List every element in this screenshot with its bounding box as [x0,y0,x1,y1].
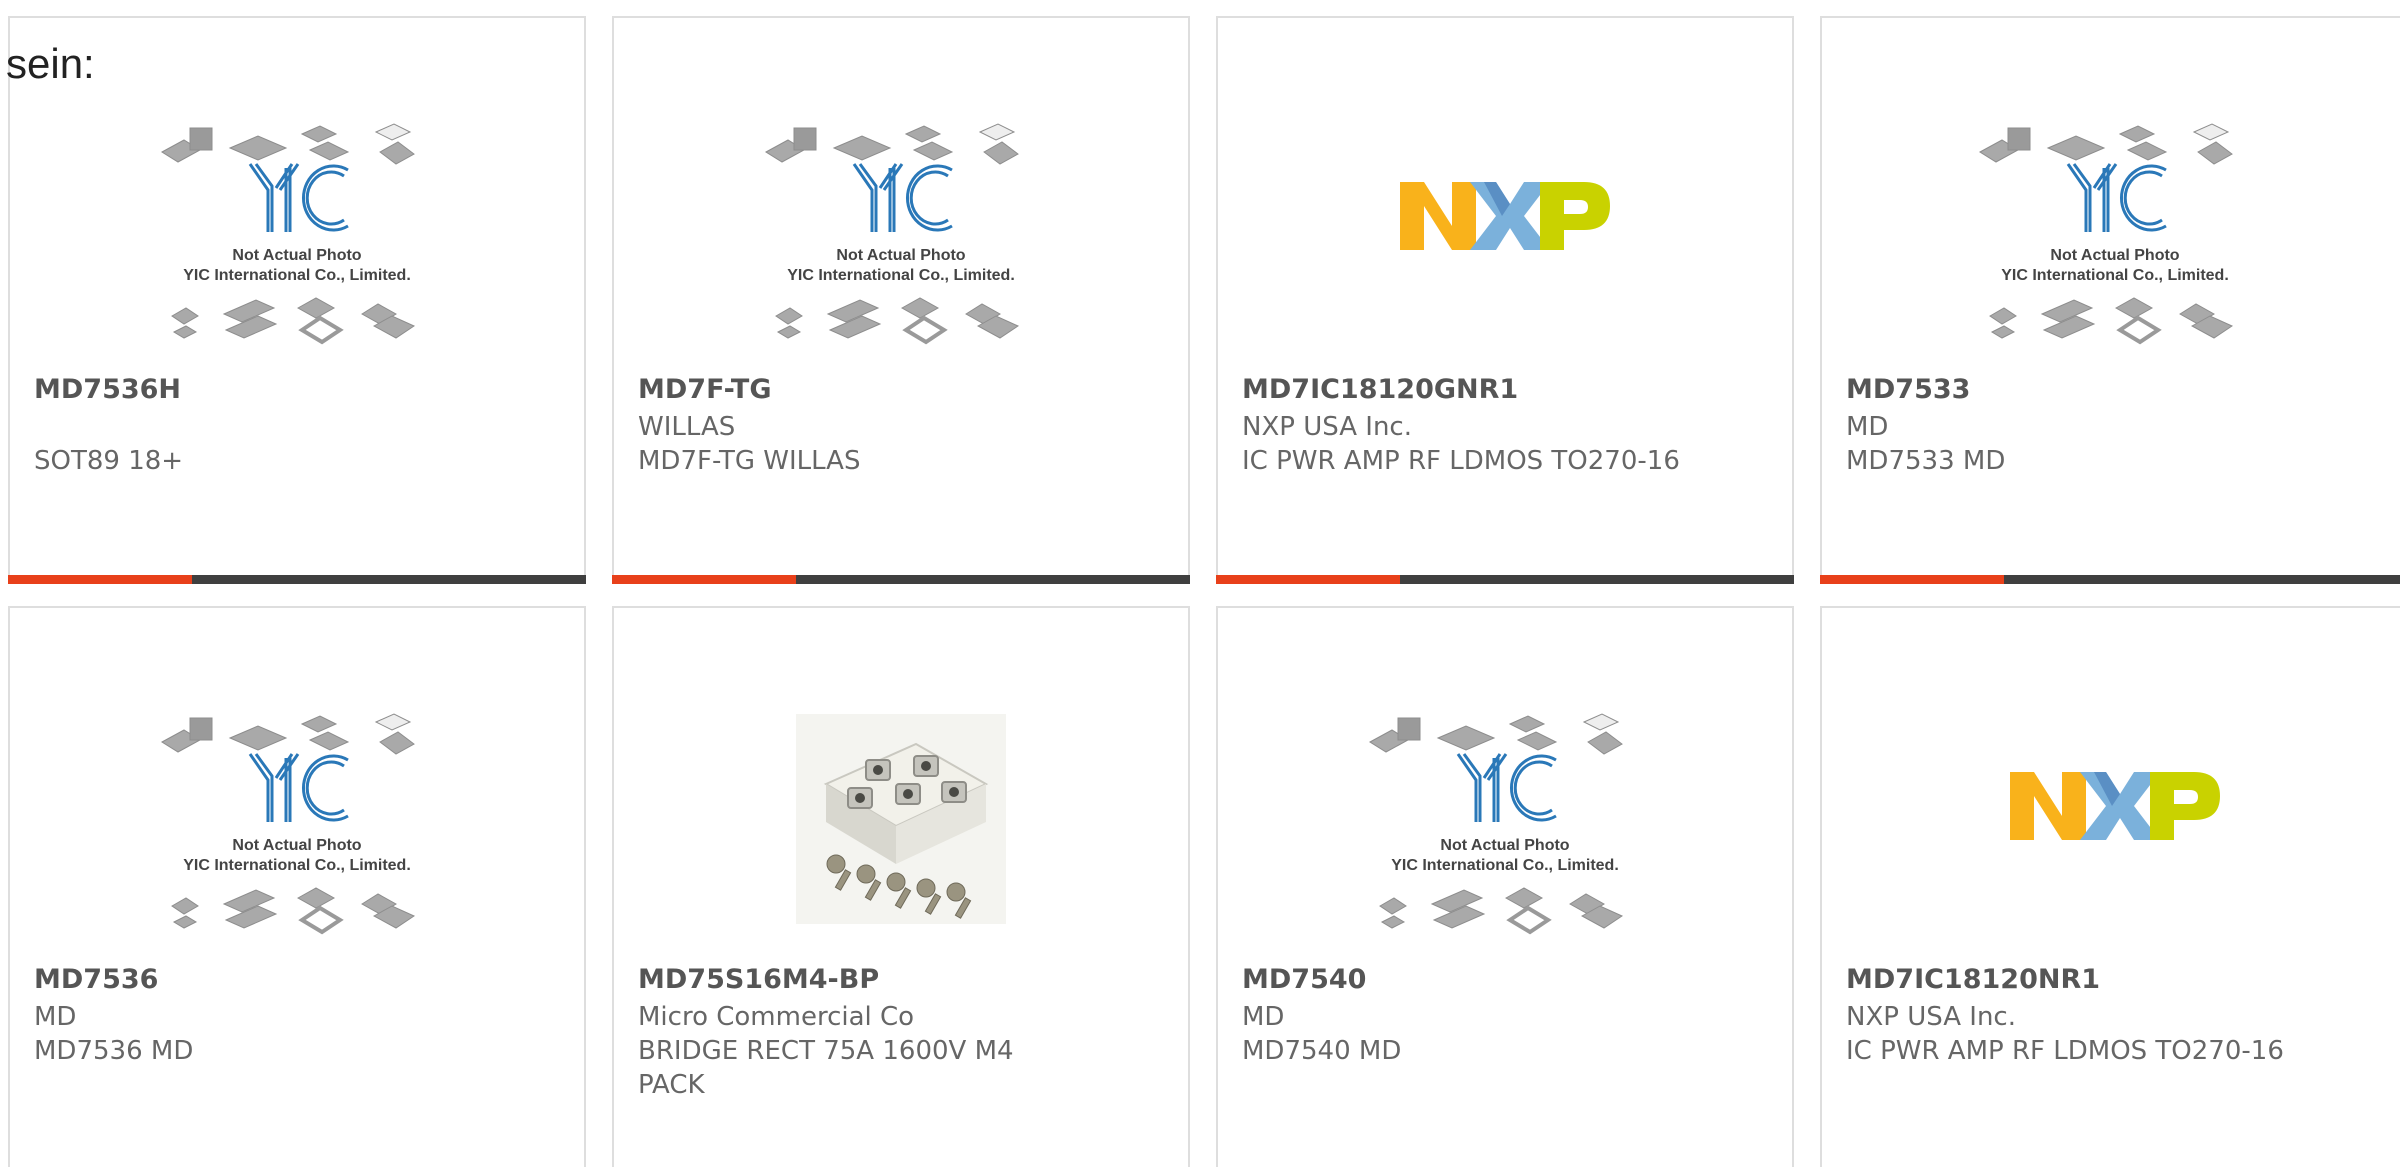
card-bottom-bar [612,575,1190,584]
svg-text:YIC International Co., Limited: YIC International Co., Limited. [183,267,411,284]
product-card[interactable]: Not Actual Photo YIC International Co., … [612,16,1190,584]
product-part-number[interactable]: MD75S16M4-BP [638,964,879,995]
card-bar-accent [1820,575,2004,584]
svg-text:YIC International Co., Limited: YIC International Co., Limited. [787,267,1015,284]
yic-placeholder: Not Actual Photo YIC International Co., … [765,123,1020,345]
product-card[interactable]: MD75S16M4-BP Micro Commercial Co BRIDGE … [612,606,1190,1167]
product-description: SOT89 18+ [34,446,184,476]
product-card[interactable]: Not Actual Photo YIC International Co., … [1820,16,2400,584]
svg-text:YIC International Co., Limited: YIC International Co., Limited. [1391,857,1619,874]
yic-placeholder: Not Actual Photo YIC International Co., … [161,713,416,935]
product-grid-page: sein: Not Actual Photo YIC International… [0,0,2400,1167]
yic-placeholder-image: Not Actual Photo YIC International Co., … [1822,104,2400,374]
svg-text:YIC International Co., Limited: YIC International Co., Limited. [183,857,411,874]
svg-text:Not Actual Photo: Not Actual Photo [836,247,965,264]
product-description: MD7536 MD [34,1036,194,1066]
product-part-number[interactable]: MD7533 [1846,374,1970,405]
product-part-number[interactable]: MD7IC18120GNR1 [1242,374,1518,405]
yic-placeholder-image: Not Actual Photo YIC International Co., … [614,104,1188,374]
section-prefix-text: sein: [6,40,95,87]
svg-text:Not Actual Photo: Not Actual Photo [2050,247,2179,264]
card-bar-accent [8,575,192,584]
yic-placeholder-image: Not Actual Photo YIC International Co., … [1218,694,1792,964]
svg-text:Not Actual Photo: Not Actual Photo [232,837,361,854]
product-card[interactable]: Not Actual Photo YIC International Co., … [1216,606,1794,1167]
product-description: IC PWR AMP RF LDMOS TO270-16 [1846,1036,2284,1066]
product-part-number[interactable]: MD7536 [34,964,158,995]
card-bottom-bar [8,575,586,584]
card-bar-accent [612,575,796,584]
product-part-number[interactable]: MD7536H [34,374,181,405]
product-manufacturer: MD [34,1002,77,1032]
bridge-module-photo [614,694,1188,964]
card-bar-accent [1216,575,1400,584]
nxp-logo-image [1822,694,2400,964]
product-part-number[interactable]: MD7540 [1242,964,1366,995]
yic-placeholder-image: Not Actual Photo YIC International Co., … [10,694,584,964]
product-part-number[interactable]: MD7F-TG [638,374,772,405]
svg-text:YIC International Co., Limited: YIC International Co., Limited. [2001,267,2229,284]
nxp-logo [2010,772,2220,840]
yic-placeholder: Not Actual Photo YIC International Co., … [1369,713,1624,935]
bridge-module-photo [796,714,1006,924]
product-card[interactable]: MD7IC18120GNR1 NXP USA Inc. IC PWR AMP R… [1216,16,1794,584]
product-manufacturer: Micro Commercial Co [638,1002,915,1032]
nxp-logo [1400,182,1610,250]
product-manufacturer: MD [1242,1002,1285,1032]
yic-placeholder: Not Actual Photo YIC International Co., … [1979,123,2234,345]
card-bottom-bar [1820,575,2400,584]
product-manufacturer: NXP USA Inc. [1846,1002,2016,1032]
product-card[interactable]: Not Actual Photo YIC International Co., … [8,606,586,1167]
product-description: MD7540 MD [1242,1036,1402,1066]
yic-placeholder-image: Not Actual Photo YIC International Co., … [10,104,584,374]
product-card[interactable]: Not Actual Photo YIC International Co., … [8,16,586,584]
card-bottom-bar [1216,575,1794,584]
product-description: MD7533 MD [1846,446,2006,476]
product-manufacturer: MD [1846,412,1889,442]
product-description: IC PWR AMP RF LDMOS TO270-16 [1242,446,1680,476]
product-manufacturer: WILLAS [638,412,736,442]
product-description: MD7F-TG WILLAS [638,446,861,476]
nxp-logo-image [1218,104,1792,374]
product-card[interactable]: MD7IC18120NR1 NXP USA Inc. IC PWR AMP RF… [1820,606,2400,1167]
svg-text:Not Actual Photo: Not Actual Photo [232,247,361,264]
svg-text:Not Actual Photo: Not Actual Photo [1440,837,1569,854]
yic-placeholder: Not Actual Photo YIC International Co., … [161,123,416,345]
product-description: BRIDGE RECT 75A 1600V M4 PACK [638,1036,1014,1100]
product-manufacturer: NXP USA Inc. [1242,412,1412,442]
product-part-number[interactable]: MD7IC18120NR1 [1846,964,2100,995]
